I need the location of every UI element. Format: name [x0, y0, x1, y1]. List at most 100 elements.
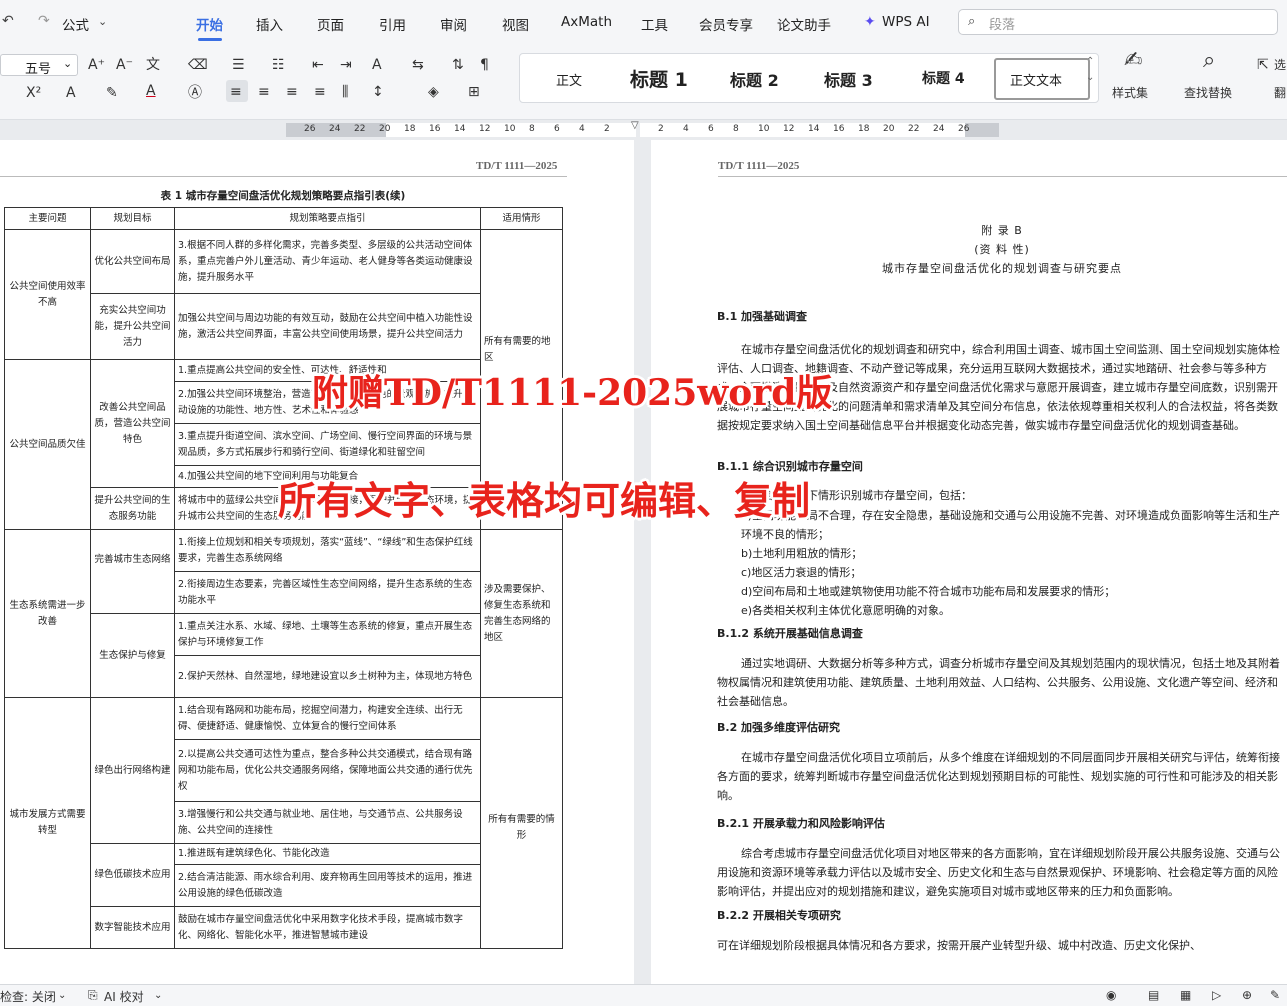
document-page-left[interactable]: TD/T 1111—2025 表 1 城市存量空间盘活优化规划策略要点指引表(续…	[0, 140, 634, 984]
style-heading3[interactable]: 标题 3	[824, 67, 873, 91]
eye-icon[interactable]: ◉	[1106, 988, 1116, 1002]
paragraph[interactable]: 通过实地调研、大数据分析等多种方式，调查分析城市存量空间及其规划范围内的现状情况…	[717, 654, 1287, 711]
list-item[interactable]: a)空间功能布局不合理，存在安全隐患，基础设施和交通与公用设施不完善、对环境造成…	[741, 506, 1287, 544]
table-cell[interactable]: 2.以提高公共交通可达性为重点，整合多种公共交通模式，结合现有路网和功能布局，优…	[174, 739, 481, 802]
chinese-layout-icon[interactable]: A	[372, 56, 382, 74]
select-icon[interactable]: ⇱	[1257, 56, 1269, 74]
align-left-icon[interactable]: ≡	[230, 83, 242, 101]
style-heading1[interactable]: 标题 1	[630, 65, 688, 92]
numbered-list-icon[interactable]: ☷	[272, 56, 285, 74]
table-cell[interactable]: 涉及需要保护、修复生态系统和完善生态网络的地区	[480, 529, 563, 698]
pinyin-icon[interactable]: 文	[146, 56, 160, 74]
table-cell[interactable]: 生态保护与修复	[90, 613, 175, 698]
tab-tools[interactable]: 工具	[641, 14, 668, 34]
chevron-down-icon[interactable]: ⌄	[98, 14, 107, 30]
table-cell[interactable]: 3.重点提升街道空间、滨水空间、广场空间、慢行空间界面的环境与景观品质，多方式拓…	[174, 423, 481, 466]
sort-icon[interactable]: ⇅	[452, 56, 464, 74]
chevron-down-icon[interactable]: ⌄	[1086, 72, 1094, 83]
page-view-icon[interactable]: ▤	[1148, 988, 1159, 1002]
table-cell[interactable]: 3.增强慢行和公共交通与就业地、居住地，与交通节点、公共服务设施、公共空间的连接…	[174, 801, 481, 844]
table-cell[interactable]: 1.结合现有路网和功能布局，挖掘空间潜力，构建安全连续、出行无碍、便捷舒适、健康…	[174, 697, 481, 740]
tab-reference[interactable]: 引用	[379, 14, 406, 34]
table-cell[interactable]: 数字智能技术应用	[90, 906, 175, 949]
list-item[interactable]: b)土地利用粗放的情形；	[741, 544, 1287, 563]
other-label[interactable]: 翻	[1274, 84, 1286, 102]
policy-table[interactable]: 主要问题 规划目标 规划策略要点指引 适用情形 公共空间使用效率不高 优化公共空…	[4, 207, 563, 949]
chevron-down-icon[interactable]: ⌄	[154, 990, 162, 1001]
style-heading2[interactable]: 标题 2	[730, 67, 779, 91]
tab-home[interactable]: 开始	[196, 14, 223, 34]
list-item[interactable]: c)地区活力衰退的情形；	[741, 563, 1287, 582]
table-cell[interactable]: 城市发展方式需要转型	[4, 697, 91, 949]
select-label[interactable]: 选	[1274, 56, 1286, 74]
spell-check-status[interactable]: 检查: 关闭	[0, 988, 56, 1005]
undo-icon[interactable]: ↶	[2, 13, 14, 29]
table-cell[interactable]: 完善城市生态网络	[90, 529, 175, 614]
borders-icon[interactable]: ⊞	[468, 83, 480, 101]
list-item[interactable]: d)空间布局和土地或建筑物使用功能不符合城市功能布局和发展要求的情形；	[741, 582, 1287, 601]
decrease-indent-icon[interactable]: ⇤	[312, 56, 324, 74]
list-item[interactable]: e)各类相关权利主体优化意愿明确的对象。	[741, 601, 1287, 620]
table-cell[interactable]: 提升公共空间的生态服务功能	[90, 487, 175, 530]
paragraph[interactable]: 可在详细规划阶段根据具体情况和各方要求，按需开展产业转型升级、城中村改造、历史文…	[717, 936, 1287, 955]
tab-wps-ai[interactable]: WPS AI	[882, 14, 930, 30]
table-cell[interactable]: 生态系统需进一步改善	[4, 529, 91, 698]
tab-paper-assistant[interactable]: 论文助手	[777, 14, 831, 34]
ai-proofread-icon[interactable]: ⎘	[88, 988, 98, 1003]
table-cell[interactable]: 绿色出行网络构建	[90, 697, 175, 844]
table-cell[interactable]: 公共空间品质欠佳	[4, 359, 91, 530]
table-cell[interactable]: 公共空间使用效率不高	[4, 229, 91, 360]
tab-axmath[interactable]: AxMath	[561, 14, 612, 30]
table-cell[interactable]: 2.保护天然林、自然湿地，绿地建设宜以乡土树种为主，体现地方特色	[174, 655, 481, 698]
char-border-icon[interactable]: Ⓐ	[188, 84, 202, 102]
tab-insert[interactable]: 插入	[256, 14, 283, 34]
font-color-icon[interactable]: A	[146, 82, 156, 100]
chevron-down-icon[interactable]: ⌄	[58, 990, 66, 1001]
quick-formula[interactable]: 公式	[62, 14, 89, 34]
table-cell[interactable]: 改善公共空间品质，营造公共空间特色	[90, 359, 175, 488]
style-set-label[interactable]: 样式集	[1112, 84, 1148, 102]
tab-view[interactable]: 视图	[502, 14, 529, 34]
show-marks-icon[interactable]: ¶	[480, 56, 489, 74]
table-cell[interactable]: 1.重点关注水系、水域、绿地、土壤等生态系统的修复，重点开展生态保护与环境修复工…	[174, 613, 481, 656]
table-cell[interactable]: 2.衔接周边生态要素，完善区域性生态空间网络，提升生态系统的生态功能水平	[174, 571, 481, 614]
style-body-text[interactable]: 正文文本	[1010, 70, 1062, 89]
shading-icon[interactable]: ◈	[428, 83, 439, 101]
indent-marker-icon[interactable]: ▽	[631, 120, 639, 131]
bullet-list-icon[interactable]: ☰	[232, 56, 245, 74]
table-cell[interactable]: 1.推进既有建筑绿色化、节能化改造	[174, 843, 481, 865]
table-cell[interactable]: 绿色低碳技术应用	[90, 843, 175, 907]
table-cell[interactable]: 鼓励在城市存量空间盘活优化中采用数字化技术手段，提高城市数字化、网络化、智能化水…	[174, 906, 481, 949]
table-cell[interactable]: 所有有需要的情形	[480, 697, 563, 949]
font-size-select[interactable]: 五号 ⌄	[0, 54, 78, 77]
text-effect-icon[interactable]: A	[66, 84, 76, 102]
increase-indent-icon[interactable]: ⇥	[340, 56, 352, 74]
justify-icon[interactable]: ≡	[314, 83, 326, 101]
superscript-icon[interactable]: X²	[26, 84, 41, 102]
distribute-icon[interactable]: ⫼	[342, 83, 348, 101]
text-direction-icon[interactable]: ⇆	[412, 56, 424, 74]
table-cell[interactable]: 3.根据不同人群的多样化需求，完善多类型、多层级的公共活动空间体系，重点完善户外…	[174, 229, 481, 294]
tab-review[interactable]: 审阅	[440, 14, 467, 34]
ai-proofread-label[interactable]: AI 校对	[104, 988, 144, 1005]
play-icon[interactable]: ▷	[1212, 988, 1221, 1002]
line-spacing-icon[interactable]: ↕	[372, 83, 384, 101]
ruler[interactable]: 26 24 22 20 18 16 14 12 10 8 6 4 2 2 4 6 8 10 12 14 16 18 20 22…	[0, 120, 1287, 140]
table-cell[interactable]: 加强公共空间与周边功能的有效互动，鼓励在公共空间中植入功能性设施，激活公共空间界…	[174, 293, 481, 360]
search-input[interactable]: ⌕ 段落	[958, 9, 1278, 35]
table-cell[interactable]: 充实公共空间功能，提升公共空间活力	[90, 293, 175, 360]
tab-page[interactable]: 页面	[317, 14, 344, 34]
highlight-icon[interactable]: ✎	[106, 84, 118, 102]
table-cell[interactable]: 1.衔接上位规划和相关专项规划，落实“蓝线”、“绿线”和生态保护红线要求，完善生…	[174, 529, 481, 572]
shrink-font-icon[interactable]: A⁻	[116, 56, 133, 74]
paragraph[interactable]: 在城市存量空间盘活优化项目立项前后，从多个维度在详细规划的不同层面同步开展相关研…	[717, 748, 1287, 805]
find-replace-label[interactable]: 查找替换	[1184, 84, 1232, 102]
edit-icon[interactable]: ✎	[1270, 988, 1280, 1002]
paragraph[interactable]: 综合考虑城市存量空间盘活优化项目对地区带来的各方面影响，宜在详细规划阶段开展公共…	[717, 844, 1287, 901]
table-cell[interactable]: 优化公共空间布局	[90, 229, 175, 294]
web-view-icon[interactable]: ⊕	[1242, 988, 1252, 1002]
style-heading4[interactable]: 标题 4	[922, 68, 965, 88]
tab-member[interactable]: 会员专享	[699, 14, 753, 34]
chevron-up-icon[interactable]: ⌃	[1086, 56, 1094, 67]
redo-icon[interactable]: ↷	[38, 13, 50, 29]
